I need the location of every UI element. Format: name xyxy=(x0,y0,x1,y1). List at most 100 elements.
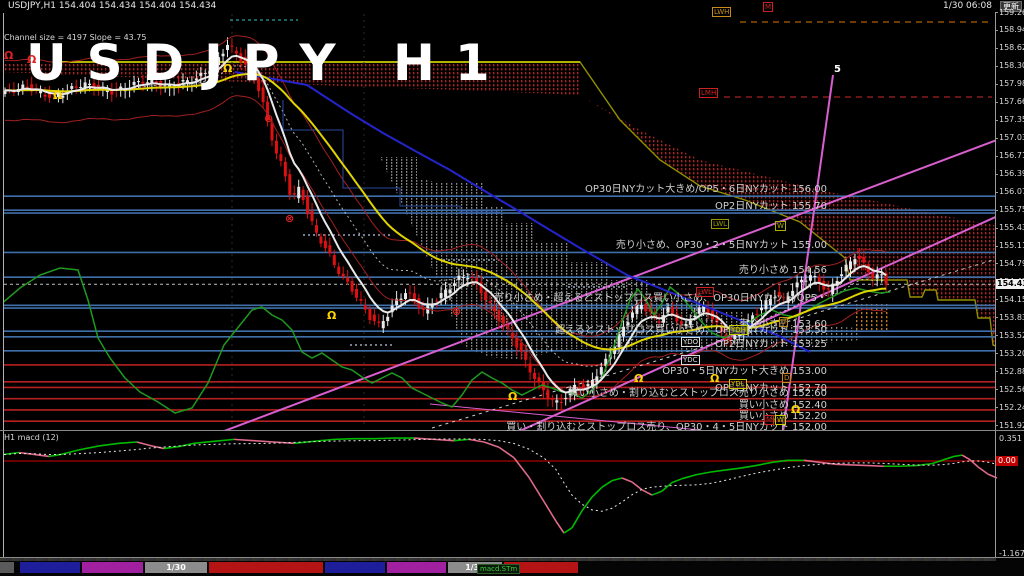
candle-body xyxy=(351,281,354,292)
price-axis-label: 158.945 xyxy=(999,26,1024,34)
candle-body xyxy=(600,367,603,375)
chart-box-label: M xyxy=(763,2,773,12)
level-annotation: OP2日NYカット 155.70 xyxy=(715,202,827,212)
candle-body xyxy=(658,321,661,323)
candle-body xyxy=(319,237,322,244)
macd-line-segment xyxy=(602,481,612,488)
price-axis-tick xyxy=(995,228,998,229)
macd-line-segment xyxy=(612,478,622,481)
session-timeline-bar[interactable]: 1/301/31 macd.STm xyxy=(0,558,1024,576)
candle-body xyxy=(226,45,229,50)
chart-box-label: YDH xyxy=(729,325,748,335)
price-axis-tick xyxy=(995,48,998,49)
price-axis-tick xyxy=(995,102,998,103)
candle-body xyxy=(297,187,300,198)
macd-line-segment xyxy=(19,452,34,454)
price-axis-label: 156.710 xyxy=(999,152,1024,160)
symbol-ohlc-readout: USDJPY,H1 154.404 154.434 154.404 154.43… xyxy=(8,0,216,13)
candle-body xyxy=(546,390,549,399)
price-axis-tick xyxy=(995,192,998,193)
candle-body xyxy=(182,80,185,81)
macd-line-segment xyxy=(374,438,394,439)
macd-line-segment xyxy=(868,466,884,467)
candle-body xyxy=(644,304,647,311)
macd-line-segment xyxy=(740,466,756,469)
price-axis-label: 157.985 xyxy=(999,80,1024,88)
candle-body xyxy=(364,305,367,309)
candle-body xyxy=(373,315,376,322)
chart-canvas[interactable] xyxy=(0,0,1024,576)
timeline-tick-strip xyxy=(0,558,996,561)
chart-box-label: W xyxy=(775,221,786,231)
price-axis-tick xyxy=(995,174,998,175)
price-axis-tick xyxy=(995,156,998,157)
candle-body xyxy=(213,64,216,72)
price-axis-label: 152.560 xyxy=(999,386,1024,394)
candle-body xyxy=(796,282,799,287)
candle-body xyxy=(230,46,233,47)
candle-body xyxy=(377,322,380,323)
price-axis-tick xyxy=(995,335,998,336)
candle-body xyxy=(489,301,492,303)
price-axis-tick xyxy=(995,407,998,408)
macd-preset-chip[interactable]: macd.STm xyxy=(477,564,520,574)
candle-body xyxy=(328,245,331,253)
candle-body xyxy=(756,314,759,315)
candle-body xyxy=(57,94,60,97)
macd-line-segment xyxy=(962,455,970,460)
candle-body xyxy=(44,95,47,97)
chart-box-label: LMH xyxy=(699,88,718,98)
macd-line-segment xyxy=(696,472,710,475)
macd-line-segment xyxy=(484,442,499,447)
macd-line-segment xyxy=(662,483,672,492)
candle-body xyxy=(471,277,474,278)
macd-line-segment xyxy=(756,462,772,465)
macd-line-segment xyxy=(592,487,602,497)
timeline-segment[interactable] xyxy=(209,562,323,573)
candle-body xyxy=(61,96,64,98)
candle-body xyxy=(462,277,465,278)
candle-body xyxy=(876,274,879,278)
candle-body xyxy=(275,141,278,154)
candle-body xyxy=(288,174,291,195)
chart-box-label: LWH xyxy=(712,7,731,17)
macd-line-segment xyxy=(137,442,149,445)
macd-line-segment xyxy=(556,521,564,533)
macd-signal-dotted xyxy=(4,439,997,511)
candle-body xyxy=(311,211,314,221)
macd-line-segment xyxy=(34,454,49,456)
price-axis-label: 155.430 xyxy=(999,224,1024,232)
candle-body xyxy=(858,256,861,260)
price-axis-label: 158.625 xyxy=(999,44,1024,52)
price-axis-label: 155.110 xyxy=(999,242,1024,250)
macd-min-label: -1.167 xyxy=(999,549,1024,558)
price-axis-tick xyxy=(995,389,998,390)
price-axis-label: 153.835 xyxy=(999,314,1024,322)
candle-body xyxy=(110,91,113,95)
timeline-segment[interactable] xyxy=(387,562,446,573)
price-axis-tick xyxy=(995,263,998,264)
macd-line-segment xyxy=(99,443,119,446)
candle-body xyxy=(640,305,643,309)
candle-body xyxy=(346,277,349,281)
candle-body xyxy=(133,82,136,85)
level-annotation: 買い小さめ 152.40 xyxy=(739,401,827,411)
timeline-segment[interactable] xyxy=(325,562,385,573)
price-axis-label: 151.920 xyxy=(999,422,1024,430)
timeline-segment[interactable]: 1/30 xyxy=(145,562,207,573)
candle-body xyxy=(333,255,336,265)
candle-body xyxy=(208,71,211,73)
candle-body xyxy=(440,293,443,298)
timeline-segment[interactable] xyxy=(0,562,14,573)
macd-line-segment xyxy=(642,490,652,495)
price-axis-label: 157.665 xyxy=(999,98,1024,106)
chart-box-label: LWL xyxy=(696,287,714,297)
macd-line-segment xyxy=(214,439,234,441)
macd-line-segment xyxy=(852,465,868,466)
candle-body xyxy=(75,86,78,87)
price-axis-label: 157.030 xyxy=(999,134,1024,142)
timeline-segment[interactable] xyxy=(20,562,80,573)
timeline-segment[interactable] xyxy=(82,562,143,573)
price-axis-tick xyxy=(995,138,998,139)
price-axis-tick xyxy=(995,353,998,354)
